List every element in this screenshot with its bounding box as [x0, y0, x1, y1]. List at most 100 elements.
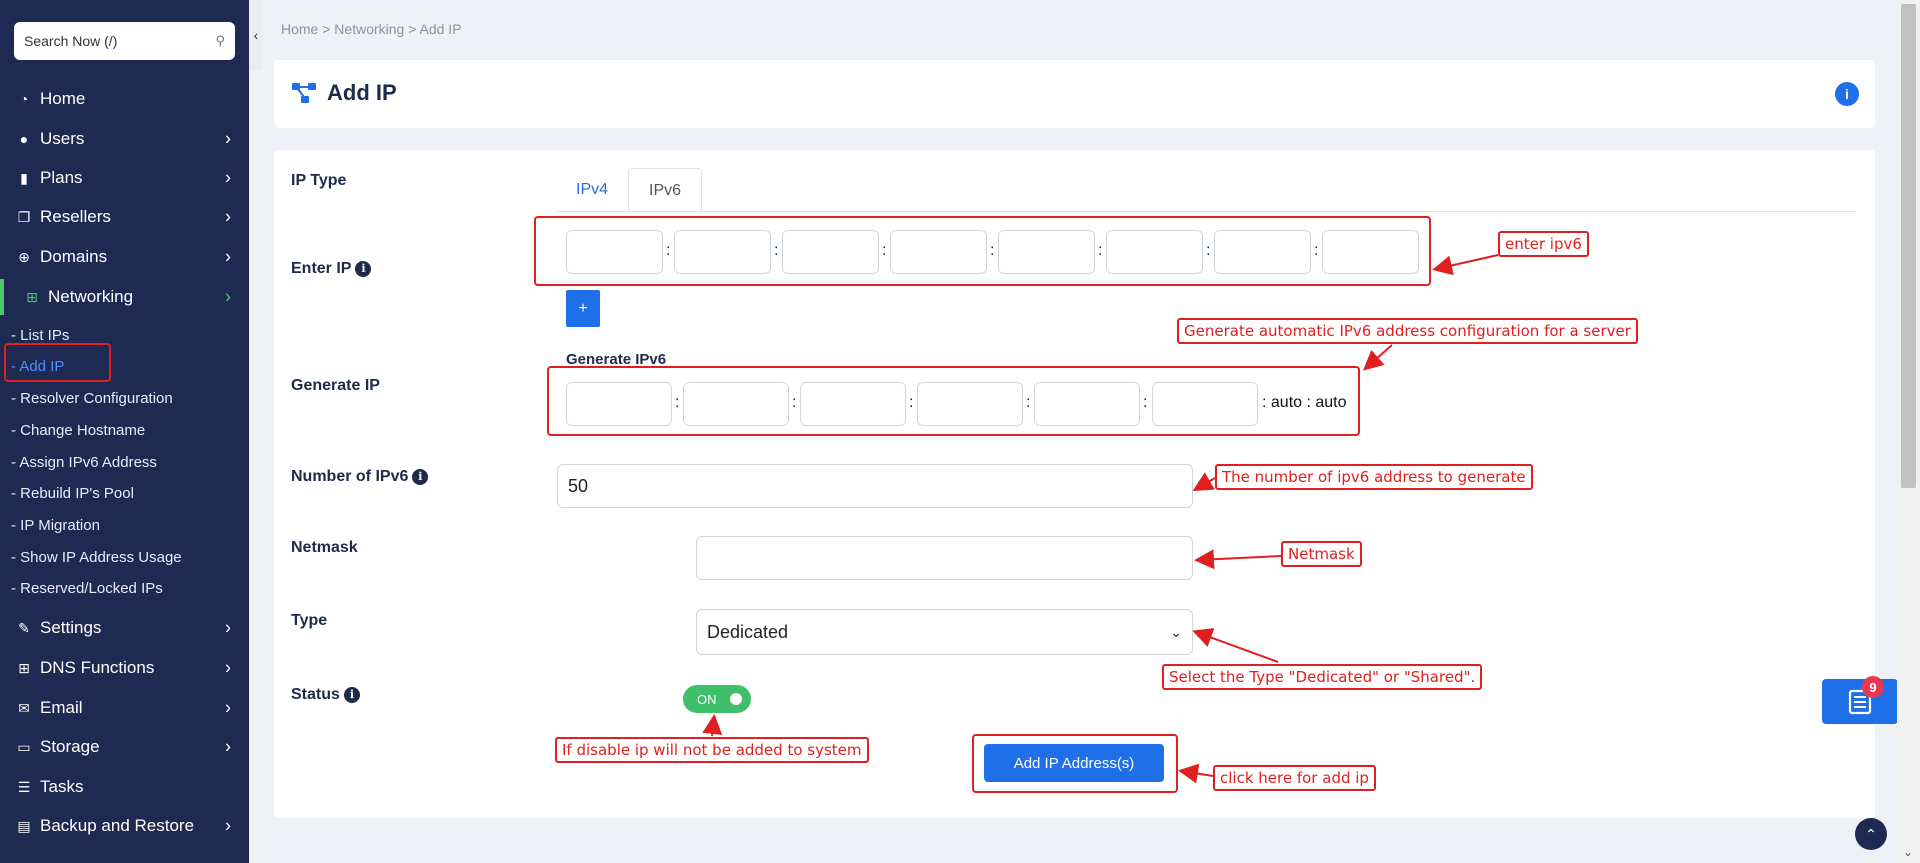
sidebar-item-label: Settings [40, 618, 102, 637]
sidebar-item-networking[interactable]: ⊞ Networking › [0, 279, 249, 315]
sidebar-item-label: Home [40, 89, 86, 108]
enter-ip-label: Enter IP i [291, 260, 372, 278]
type-select-value: Dedicated [707, 621, 789, 642]
page-title: Add IP [327, 80, 397, 105]
number-ipv6-label: Number of IPv6 i [291, 468, 429, 486]
sidebar-item-label: Networking [48, 287, 134, 306]
globe-icon: ⊕ [18, 248, 30, 265]
chevron-down-icon: ⌄ [1170, 623, 1182, 640]
network-icon [292, 83, 316, 103]
sidebar-item-home[interactable]: ◔ Home [0, 81, 249, 117]
status-label-text: Status [291, 686, 340, 703]
chevron-right-icon: › [225, 128, 231, 149]
envelope-icon: ✉ [18, 699, 30, 716]
netmask-label: Netmask [291, 539, 358, 556]
sidebar-item-plans[interactable]: ▮ Plans › [0, 160, 249, 196]
generate-ip-label: Generate IP [291, 377, 380, 394]
chevron-right-icon: › [225, 206, 231, 227]
network-icon: ⊞ [26, 288, 38, 305]
chevron-right-icon: › [225, 657, 231, 678]
sidebar-item-label: Domains [40, 247, 108, 266]
annotation-box-generate [547, 366, 1360, 436]
type-select[interactable]: Dedicated ⌄ [696, 609, 1193, 655]
sidebar-item-settings[interactable]: ✎ Settings › [0, 610, 249, 646]
netmask-input[interactable] [696, 536, 1193, 580]
annotation-generate: Generate automatic IPv6 address configur… [1177, 318, 1638, 344]
sidebar-item-domains[interactable]: ⊕ Domains › [0, 239, 249, 275]
sidebar-item-label: Tasks [40, 777, 84, 796]
sub-item-assign-ipv6[interactable]: - Assign IPv6 Address [11, 452, 157, 474]
sitemap-icon: ⊞ [18, 659, 30, 676]
sidebar-item-email[interactable]: ✉ Email › [0, 690, 249, 726]
tab-ipv4[interactable]: IPv4 [556, 168, 628, 212]
sidebar-item-label: Users [40, 129, 85, 148]
sidebar-collapse-button[interactable]: ‹ [249, 0, 263, 70]
sub-item-rebuild-pool[interactable]: - Rebuild IP's Pool [11, 483, 134, 505]
search-input[interactable]: Search Now (/) ⚲ [14, 22, 235, 60]
annotation-box-submit [972, 734, 1178, 793]
sidebar-item-label: Plans [40, 168, 83, 187]
wrench-icon: ✎ [18, 619, 30, 636]
search-icon[interactable]: ⚲ [215, 33, 225, 49]
annotation-status: If disable ip will not be added to syste… [555, 737, 869, 763]
status-label: Status i [291, 686, 360, 704]
chevron-right-icon: › [225, 736, 231, 757]
chevron-right-icon: › [225, 815, 231, 836]
hdd-icon: ▭ [17, 738, 31, 755]
toggle-knob [730, 693, 742, 705]
toggle-label: ON [697, 691, 717, 707]
chevron-right-icon: › [225, 246, 231, 267]
number-ipv6-input[interactable]: 50 [557, 464, 1193, 508]
scrollbar-thumb[interactable] [1901, 4, 1916, 488]
annotation-box-enter-ip [534, 216, 1431, 286]
info-icon[interactable]: i [343, 686, 360, 703]
scroll-down-arrow[interactable]: ⌄ [1903, 845, 1913, 859]
type-label: Type [291, 612, 328, 629]
tab-divider [556, 211, 1856, 212]
breadcrumb: Home > Networking > Add IP [281, 21, 462, 37]
enter-ip-label-text: Enter IP [291, 260, 352, 277]
info-icon[interactable]: i [412, 468, 429, 485]
sidebar-item-label: Storage [40, 737, 100, 756]
chevron-right-icon: › [225, 286, 231, 307]
notifications-button[interactable] [1822, 679, 1898, 724]
info-icon[interactable]: i [1835, 82, 1859, 106]
sidebar-item-tasks[interactable]: ☰ Tasks [0, 769, 249, 805]
sub-item-reserved-locked[interactable]: - Reserved/Locked IPs [11, 578, 163, 600]
chevron-right-icon: › [225, 167, 231, 188]
sidebar-item-users[interactable]: ● Users › [0, 121, 249, 157]
copy-icon: ❐ [17, 208, 31, 225]
sub-item-ip-migration[interactable]: - IP Migration [11, 515, 100, 537]
chevron-right-icon: › [225, 697, 231, 718]
add-segment-button[interactable]: + [566, 290, 600, 327]
sub-item-resolver-configuration[interactable]: - Resolver Configuration [11, 388, 173, 410]
scroll-to-top-button[interactable]: ⌃ [1855, 818, 1887, 850]
status-toggle[interactable]: ON [683, 685, 751, 713]
user-icon: ● [19, 131, 29, 147]
book-icon: ▮ [20, 169, 28, 186]
annotation-click: click here for add ip [1213, 765, 1376, 791]
page-scrollbar[interactable]: ⌄ [1897, 0, 1920, 863]
info-icon[interactable]: i [355, 260, 372, 277]
ip-type-label: IP Type [291, 172, 347, 189]
annotation-enter-ipv6: enter ipv6 [1498, 231, 1589, 257]
sidebar-item-resellers[interactable]: ❐ Resellers › [0, 199, 249, 235]
chevron-up-icon: ⌃ [1865, 825, 1877, 842]
sidebar-item-label: Resellers [40, 207, 111, 226]
sidebar-item-label: DNS Functions [40, 658, 155, 677]
dashboard-icon: ◔ [19, 91, 29, 107]
annotation-netmask: Netmask [1281, 541, 1362, 567]
notification-badge: 9 [1862, 676, 1884, 698]
number-ipv6-label-text: Number of IPv6 [291, 468, 409, 485]
list-icon: ☰ [17, 778, 31, 795]
chevron-right-icon: › [225, 617, 231, 638]
annotation-type: Select the Type "Dedicated" or "Shared". [1162, 664, 1483, 690]
sidebar: Search Now (/) ⚲ ◔ Home ● Users › ▮ Plan… [0, 0, 249, 863]
sub-item-show-ip-usage[interactable]: - Show IP Address Usage [11, 547, 182, 569]
annotation-box-add-ip [4, 343, 111, 382]
sidebar-item-storage[interactable]: ▭ Storage › [0, 729, 249, 765]
tab-ipv6[interactable]: IPv6 [628, 168, 703, 212]
sub-item-change-hostname[interactable]: - Change Hostname [11, 420, 145, 442]
sidebar-item-dns-functions[interactable]: ⊞ DNS Functions › [0, 650, 249, 686]
sidebar-item-backup-restore[interactable]: ▤ Backup and Restore › [0, 808, 249, 844]
